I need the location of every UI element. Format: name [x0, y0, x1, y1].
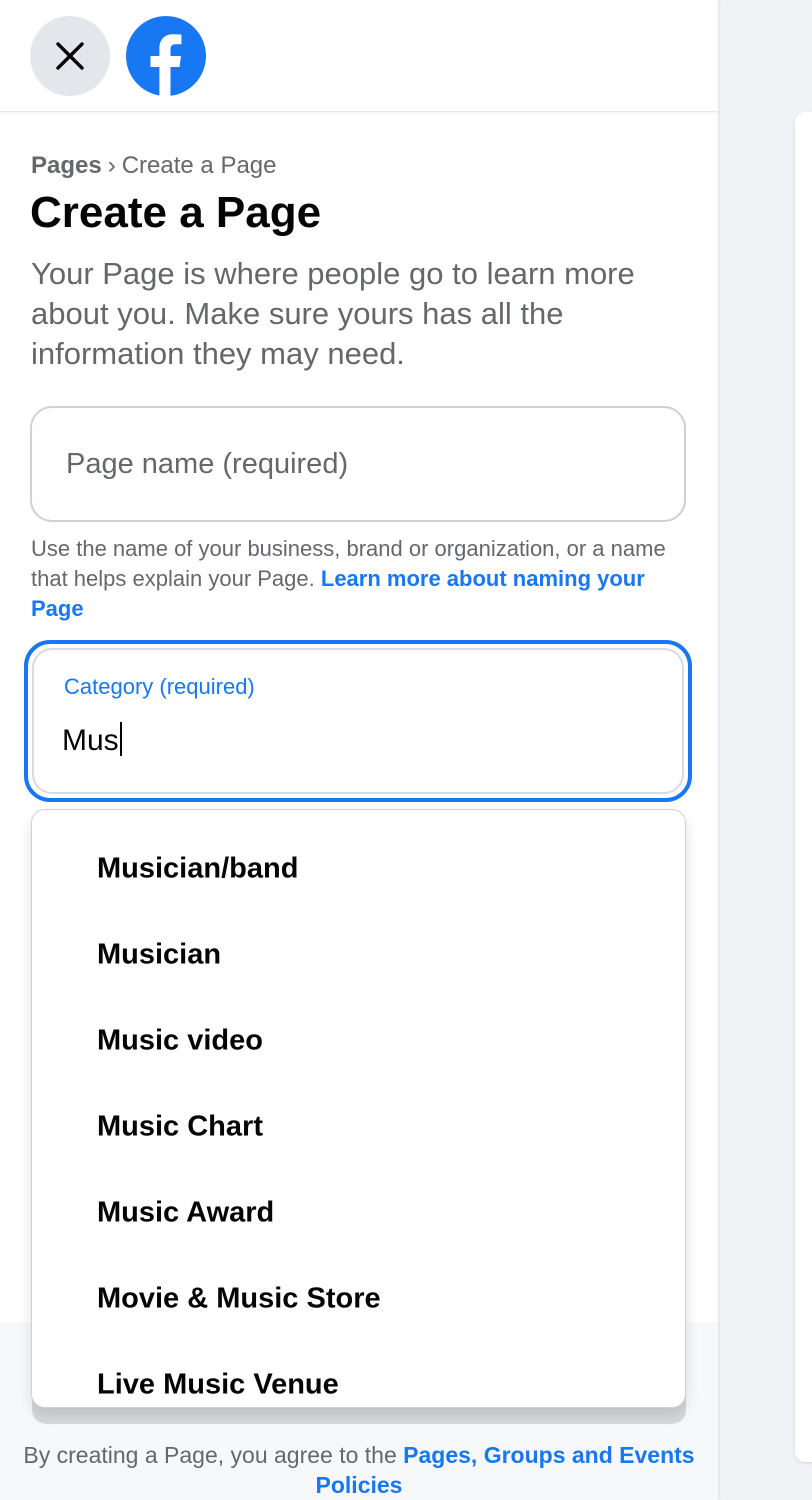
- suggestion-item[interactable]: Music Chart: [32, 1087, 685, 1173]
- category-suggestions: Musician/band Musician Music video Music…: [31, 809, 686, 1408]
- facebook-logo-icon[interactable]: [126, 16, 206, 96]
- breadcrumb: Pages › Create a Page: [31, 152, 277, 180]
- category-value: Mus: [62, 722, 122, 758]
- suggestion-item[interactable]: Musician/band: [32, 829, 685, 915]
- page-name-input[interactable]: Page name (required): [30, 406, 686, 522]
- suggestion-item[interactable]: Music Award: [32, 1173, 685, 1259]
- breadcrumb-separator: ›: [107, 152, 116, 179]
- terms-text: By creating a Page, you agree to the: [23, 1442, 397, 1468]
- page-name-placeholder: Page name (required): [66, 448, 349, 480]
- intro-text: Your Page is where people go to learn mo…: [31, 256, 635, 371]
- suggestion-item[interactable]: Movie & Music Store: [32, 1259, 685, 1345]
- suggestion-item[interactable]: Music video: [32, 1001, 685, 1087]
- page-title: Create a Page: [30, 188, 322, 237]
- category-label: Category (required): [64, 674, 255, 699]
- suggestion-item[interactable]: Musician: [32, 915, 685, 1001]
- preview-card: [795, 112, 812, 1462]
- top-bar: [0, 0, 718, 112]
- category-input-inner: [32, 648, 684, 794]
- terms-notice: By creating a Page, you agree to the Pag…: [0, 1440, 718, 1500]
- page-name-helper: Use the name of your business, brand or …: [31, 534, 691, 624]
- breadcrumb-current: Create a Page: [121, 152, 277, 179]
- close-icon: [56, 42, 84, 70]
- close-button[interactable]: [30, 16, 110, 96]
- category-typed-text: Mus: [62, 724, 119, 757]
- breadcrumb-pages-link[interactable]: Pages: [31, 152, 102, 179]
- create-page-panel: Pages › Create a Page Create a Page Your P…: [0, 0, 718, 1500]
- suggestion-item[interactable]: Live Music Venue: [32, 1345, 685, 1407]
- text-caret: [119, 722, 122, 756]
- category-input[interactable]: Category (required) Mus: [24, 640, 692, 802]
